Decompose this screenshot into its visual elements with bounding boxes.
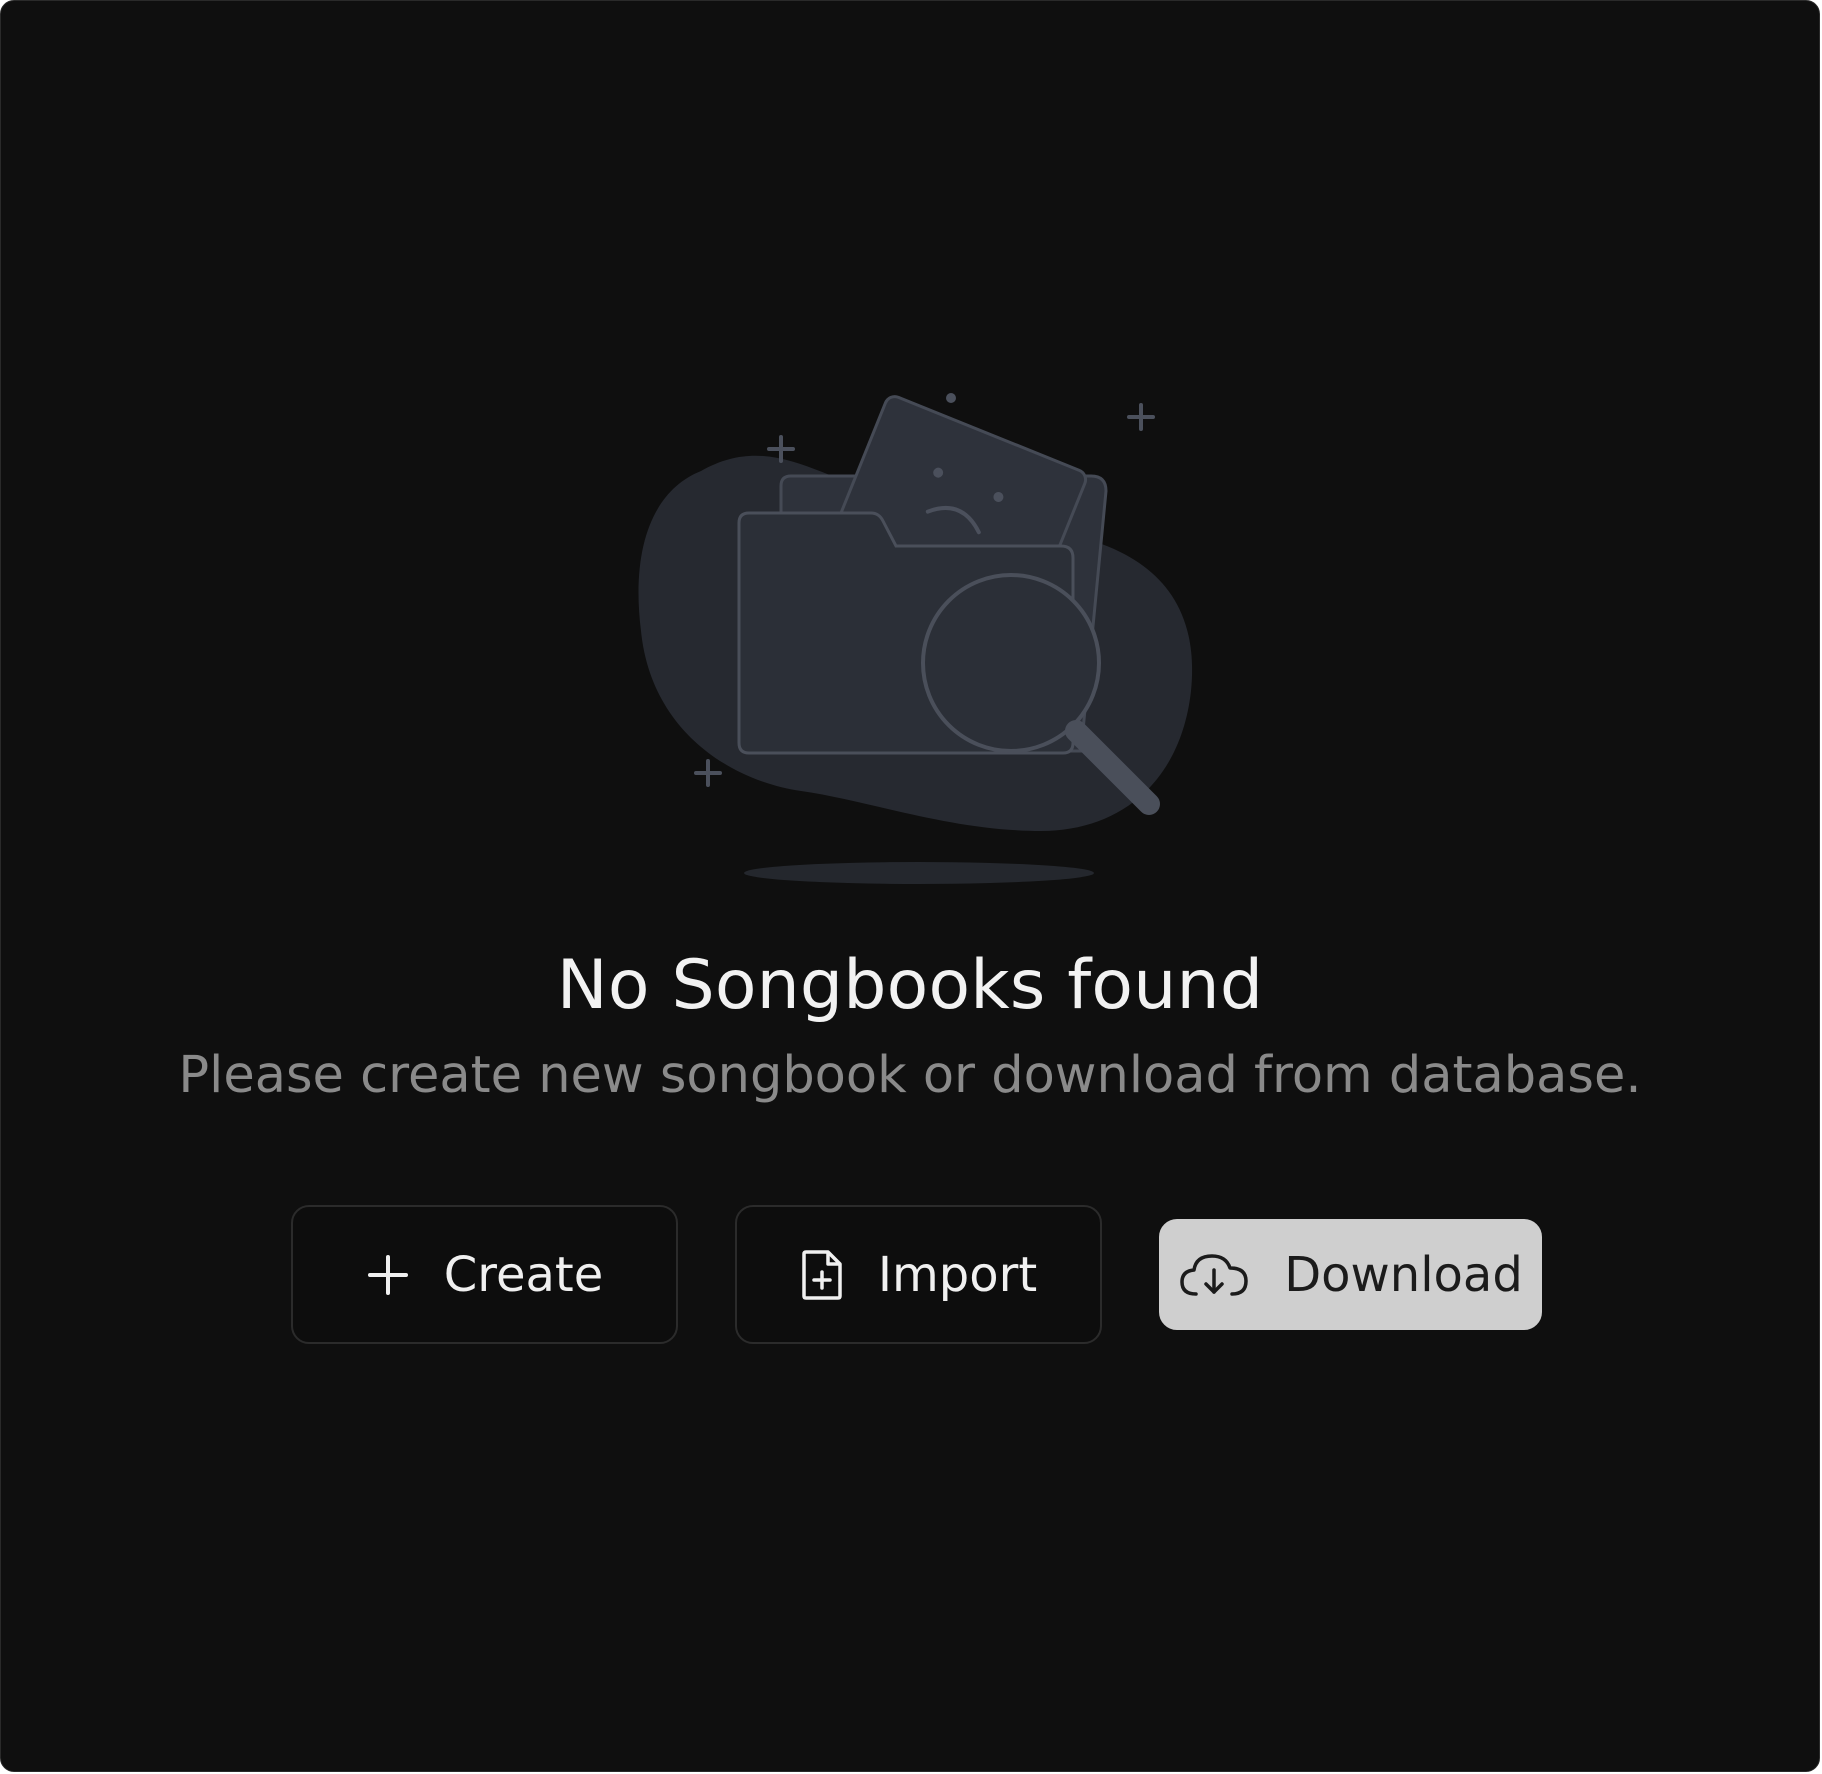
app-window: No Songbooks found Please create new son… [0, 0, 1820, 1772]
file-plus-icon [800, 1248, 844, 1302]
plus-icon [366, 1253, 410, 1297]
download-button-label: Download [1284, 1246, 1523, 1303]
empty-folder-search-illustration [638, 393, 1193, 884]
create-button-label: Create [443, 1246, 604, 1303]
empty-state-message: Please create new songbook or download f… [178, 1046, 1642, 1105]
import-button[interactable]: Import [735, 1205, 1102, 1344]
import-button-label: Import [877, 1246, 1038, 1303]
create-button[interactable]: Create [291, 1205, 678, 1344]
download-button[interactable]: Download [1159, 1219, 1542, 1330]
cloud-download-icon [1178, 1250, 1250, 1300]
empty-state-title: No Songbooks found [556, 946, 1264, 1025]
